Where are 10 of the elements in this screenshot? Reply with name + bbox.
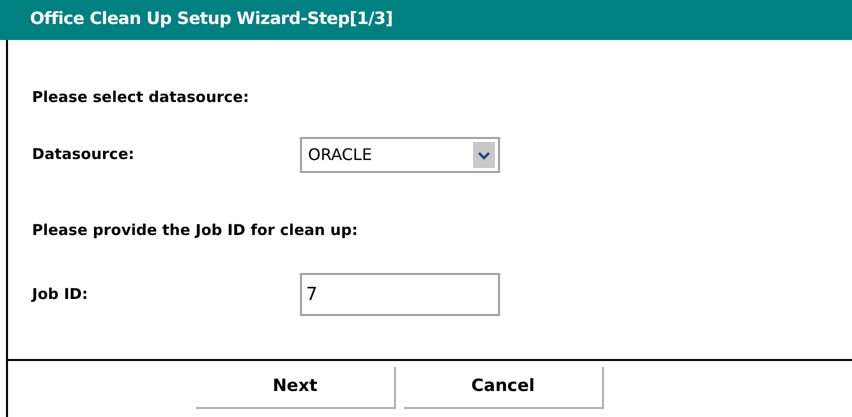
section-prompt: Please select datasource:	[32, 87, 250, 108]
field-label: Job ID:	[32, 284, 89, 306]
window-title: Office Clean Up Setup Wizard-Step[1/3]	[30, 8, 393, 32]
datasource-select[interactable]: ORACLE	[300, 136, 500, 172]
chevron-down-icon	[473, 142, 495, 168]
field-label: Datasource:	[32, 144, 136, 166]
wizard-button[interactable]: Next	[196, 367, 396, 409]
section-prompt: Please provide the Job ID for clean up:	[32, 220, 359, 240]
wizard-button[interactable]: Cancel	[404, 367, 604, 409]
job-id-field[interactable]: 7	[300, 273, 500, 316]
